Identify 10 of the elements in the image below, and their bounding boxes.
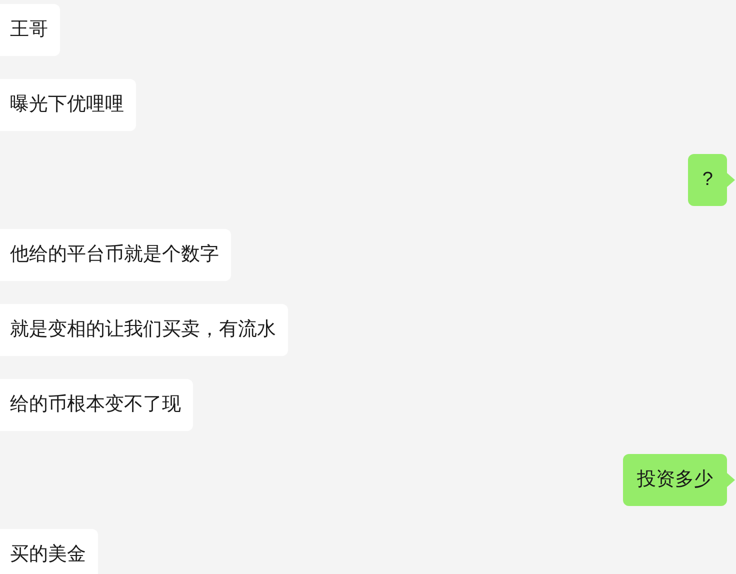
message-bubble: 买的美金 — [0, 529, 98, 574]
bubble-tail-icon — [727, 173, 735, 187]
message-bubble: 给的币根本变不了现 — [0, 379, 193, 431]
message-bubble: 王哥 — [0, 4, 60, 56]
message-bubble: ? — [688, 154, 727, 206]
message-bubble: 曝光下优哩哩 — [0, 79, 136, 131]
bubble-tail-icon — [727, 473, 735, 487]
message-bubble: 他给的平台币就是个数字 — [0, 229, 231, 281]
message-bubble: 投资多少 — [623, 454, 727, 506]
message-bubble: 就是变相的让我们买卖，有流水 — [0, 304, 288, 356]
